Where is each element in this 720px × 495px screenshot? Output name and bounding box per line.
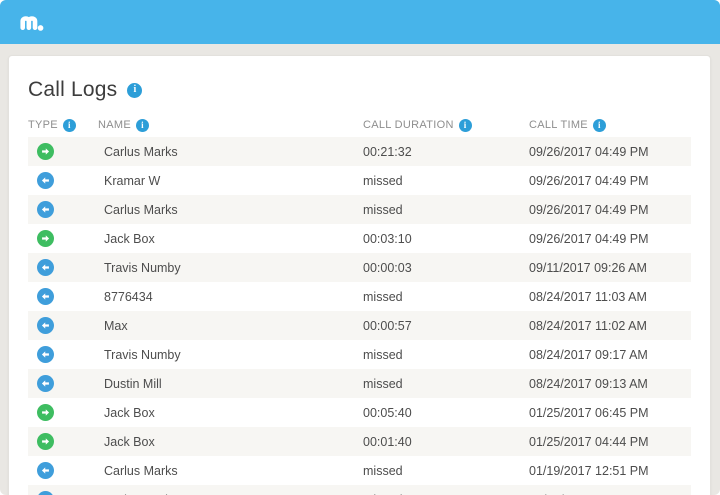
incoming-call-icon: [37, 375, 54, 392]
info-icon[interactable]: i: [127, 83, 142, 98]
outgoing-call-icon: [37, 143, 54, 160]
call-name: Carlus Marks: [98, 145, 363, 159]
call-name: Jack Box: [98, 435, 363, 449]
table-row: Carlus Marksmissed01/19/2017 12:51 PM: [28, 485, 691, 495]
column-header-name: NAME i: [98, 119, 363, 132]
column-header-call-time: CALL TIME i: [529, 119, 691, 132]
column-label-call-duration: CALL DURATION: [363, 119, 454, 131]
call-duration: missed: [363, 348, 529, 362]
outgoing-call-icon: [37, 230, 54, 247]
info-icon[interactable]: i: [459, 119, 472, 132]
table-row: Dustin Millmissed08/24/2017 09:13 AM: [28, 369, 691, 398]
call-time: 09/11/2017 09:26 AM: [529, 261, 691, 275]
call-duration: 00:00:57: [363, 319, 529, 333]
call-name: Jack Box: [98, 232, 363, 246]
app-window: Call Logs i TYPE i NAME i CALL DURATION …: [0, 0, 720, 495]
call-table-body: Carlus Marks00:21:3209/26/2017 04:49 PMK…: [28, 137, 691, 495]
call-type-cell: [28, 462, 98, 479]
table-row: Travis Numby00:00:0309/11/2017 09:26 AM: [28, 253, 691, 282]
call-type-cell: [28, 259, 98, 276]
incoming-call-icon: [37, 462, 54, 479]
table-row: Kramar Wmissed09/26/2017 04:49 PM: [28, 166, 691, 195]
call-time: 01/25/2017 06:45 PM: [529, 406, 691, 420]
call-name: Dustin Mill: [98, 377, 363, 391]
call-time: 08/24/2017 11:03 AM: [529, 290, 691, 304]
call-name: Max: [98, 319, 363, 333]
call-duration: 00:01:40: [363, 435, 529, 449]
call-type-cell: [28, 317, 98, 334]
call-time: 08/24/2017 11:02 AM: [529, 319, 691, 333]
call-time: 01/19/2017 12:51 PM: [529, 464, 691, 478]
table-row: 8776434missed08/24/2017 11:03 AM: [28, 282, 691, 311]
mspy-logo[interactable]: [18, 11, 45, 33]
call-type-cell: [28, 404, 98, 421]
table-row: Max00:00:5708/24/2017 11:02 AM: [28, 311, 691, 340]
call-time: 08/24/2017 09:13 AM: [529, 377, 691, 391]
call-name: Carlus Marks: [98, 203, 363, 217]
call-name: 8776434: [98, 290, 363, 304]
call-type-cell: [28, 433, 98, 450]
column-header-call-duration: CALL DURATION i: [363, 119, 529, 132]
call-name: Kramar W: [98, 174, 363, 188]
call-time: 08/24/2017 09:17 AM: [529, 348, 691, 362]
call-type-cell: [28, 230, 98, 247]
call-name: Travis Numby: [98, 261, 363, 275]
call-name: Carlus Marks: [98, 464, 363, 478]
call-time: 01/25/2017 04:44 PM: [529, 435, 691, 449]
call-time: 09/26/2017 04:49 PM: [529, 203, 691, 217]
table-row: Jack Box00:03:1009/26/2017 04:49 PM: [28, 224, 691, 253]
call-type-cell: [28, 491, 98, 495]
column-label-name: NAME: [98, 119, 131, 131]
call-name: Travis Numby: [98, 348, 363, 362]
panel-titlebar: Call Logs i: [28, 56, 691, 103]
outgoing-call-icon: [37, 404, 54, 421]
call-duration: 00:05:40: [363, 406, 529, 420]
info-icon[interactable]: i: [136, 119, 149, 132]
incoming-call-icon: [37, 201, 54, 218]
incoming-call-icon: [37, 346, 54, 363]
call-time: 09/26/2017 04:49 PM: [529, 232, 691, 246]
column-header-type: TYPE i: [28, 119, 98, 132]
call-duration: 00:03:10: [363, 232, 529, 246]
call-duration: missed: [363, 174, 529, 188]
call-duration: missed: [363, 464, 529, 478]
incoming-call-icon: [37, 288, 54, 305]
mspy-logo-icon: [18, 11, 45, 33]
page-title: Call Logs: [28, 78, 117, 102]
incoming-call-icon: [37, 317, 54, 334]
incoming-call-icon: [37, 491, 54, 495]
table-row: Jack Box00:01:4001/25/2017 04:44 PM: [28, 427, 691, 456]
call-type-cell: [28, 201, 98, 218]
table-row: Carlus Marksmissed01/19/2017 12:51 PM: [28, 456, 691, 485]
info-icon[interactable]: i: [593, 119, 606, 132]
call-duration: 00:21:32: [363, 145, 529, 159]
call-time: 09/26/2017 04:49 PM: [529, 145, 691, 159]
call-duration: 00:00:03: [363, 261, 529, 275]
table-row: Jack Box00:05:4001/25/2017 06:45 PM: [28, 398, 691, 427]
call-time: 09/26/2017 04:49 PM: [529, 174, 691, 188]
table-header: TYPE i NAME i CALL DURATION i CALL TIME …: [28, 113, 691, 137]
call-type-cell: [28, 346, 98, 363]
call-name: Jack Box: [98, 406, 363, 420]
call-type-cell: [28, 143, 98, 160]
outgoing-call-icon: [37, 433, 54, 450]
info-icon[interactable]: i: [63, 119, 76, 132]
table-row: Carlus Marks00:21:3209/26/2017 04:49 PM: [28, 137, 691, 166]
column-label-type: TYPE: [28, 119, 58, 131]
incoming-call-icon: [37, 259, 54, 276]
call-duration: missed: [363, 203, 529, 217]
call-type-cell: [28, 288, 98, 305]
call-duration: missed: [363, 290, 529, 304]
call-type-cell: [28, 375, 98, 392]
table-row: Travis Numbymissed08/24/2017 09:17 AM: [28, 340, 691, 369]
incoming-call-icon: [37, 172, 54, 189]
call-type-cell: [28, 172, 98, 189]
call-duration: missed: [363, 377, 529, 391]
top-navbar: [0, 0, 720, 44]
table-row: Carlus Marksmissed09/26/2017 04:49 PM: [28, 195, 691, 224]
column-label-call-time: CALL TIME: [529, 119, 588, 131]
call-logs-panel: Call Logs i TYPE i NAME i CALL DURATION …: [8, 55, 711, 495]
